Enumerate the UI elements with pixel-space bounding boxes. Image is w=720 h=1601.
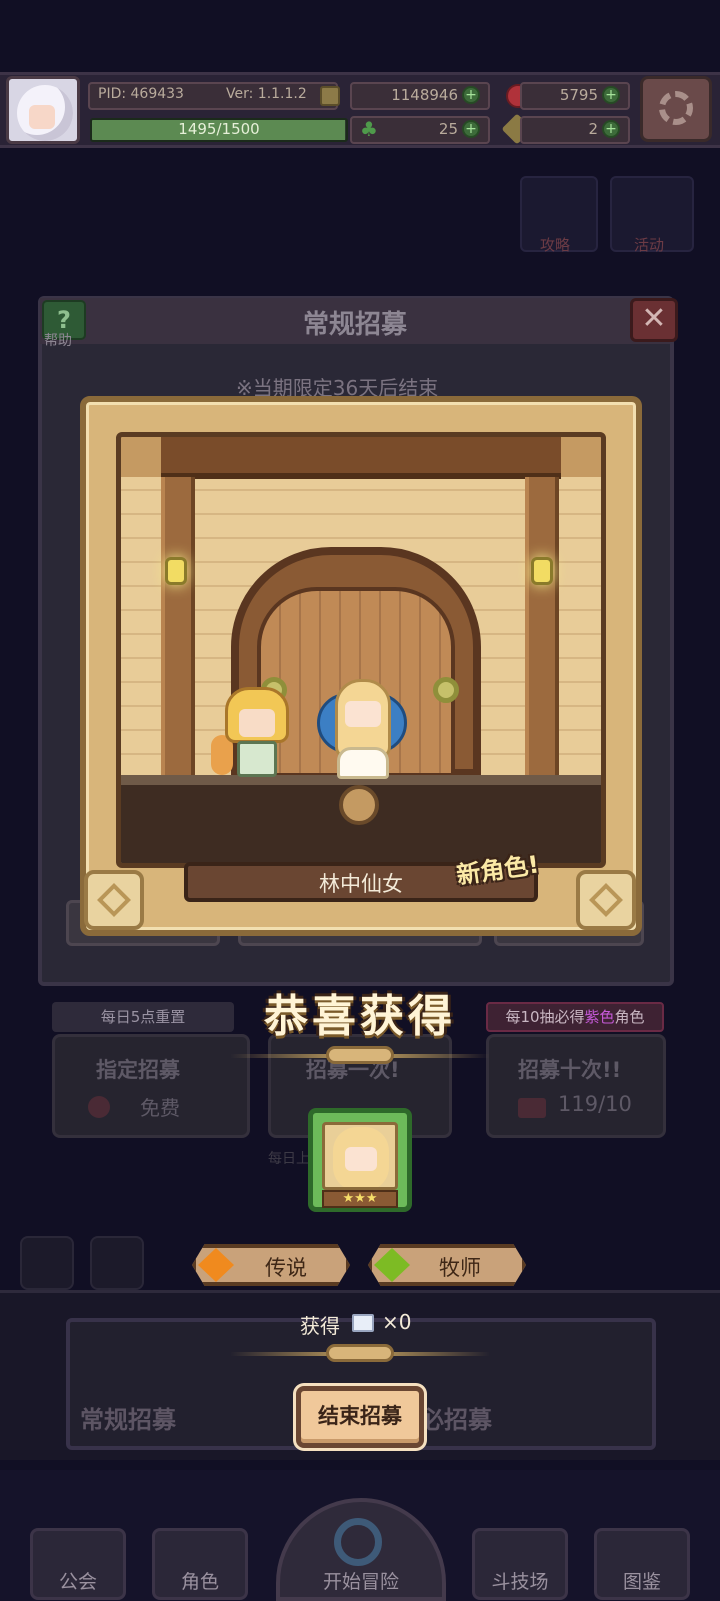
nav-character-label: 角色	[180, 1571, 219, 1593]
corner-ornament-icon	[576, 870, 636, 930]
class-label: 牧师	[439, 1256, 481, 1280]
scene-roof	[161, 437, 561, 479]
scene-pillar	[161, 477, 195, 777]
add-key-icon[interactable]: +	[602, 120, 620, 138]
ticket-icon	[518, 1098, 546, 1118]
event-label: 活动	[634, 236, 665, 254]
player-avatar[interactable]	[6, 76, 80, 144]
close-button[interactable]: ✕	[630, 298, 678, 342]
help-label: 帮助	[44, 333, 72, 349]
rarity-label: 传说	[265, 1256, 307, 1280]
fox-girl-sprite	[211, 687, 293, 779]
floor-emblem-icon	[339, 785, 379, 825]
nav-arena-label: 斗技场	[491, 1571, 549, 1593]
coin-icon	[320, 86, 340, 106]
divider-ornament	[326, 1344, 394, 1362]
ten-recruit-cost: 119/10	[558, 1092, 632, 1116]
banner-right-title: 必招募	[420, 1406, 492, 1434]
nav-guild-label: 公会	[58, 1571, 97, 1593]
obtain-count: ×0	[382, 1310, 412, 1334]
divider-ornament	[326, 1046, 394, 1064]
scene-pillar	[525, 477, 559, 777]
designated-recruit-cost: 免费	[140, 1096, 180, 1120]
resource-clover-value: 1148946	[391, 86, 458, 104]
add-small-clover-icon[interactable]: +	[462, 120, 480, 138]
congrats-title: 恭喜获得	[264, 991, 456, 1042]
player-id: PID: 469433	[98, 86, 184, 102]
lantern-icon	[531, 557, 553, 585]
resource-key-value: 2	[588, 120, 598, 138]
star-rating: ★★★	[322, 1190, 398, 1208]
nav-codex-label: 图鉴	[622, 1571, 661, 1593]
lantern-icon	[165, 557, 187, 585]
exp-text: 1495/1500	[178, 120, 260, 138]
settings-button[interactable]	[640, 76, 712, 142]
add-gem-icon[interactable]: +	[602, 86, 620, 104]
result-scene	[116, 432, 606, 868]
clover-icon: ♣	[360, 117, 378, 141]
resource-small-clover-value: 25	[438, 120, 458, 138]
game-version: Ver: 1.1.1.2	[226, 86, 307, 102]
nav-start-label: 开始冒险	[322, 1571, 399, 1593]
obtain-label: 获得	[300, 1314, 340, 1338]
door-ring	[433, 677, 459, 703]
reward-portrait	[322, 1122, 398, 1190]
forest-fairy-sprite	[317, 673, 407, 781]
ten-recruit-card[interactable]	[486, 1034, 666, 1138]
corner-ornament-icon	[84, 870, 144, 930]
gear-icon	[659, 91, 693, 125]
resource-gem-value: 5795	[559, 86, 598, 104]
add-clover-icon[interactable]: +	[462, 86, 480, 104]
ticket-icon	[88, 1096, 110, 1118]
recruit-panel-title: 常规招募	[302, 310, 407, 340]
side-button[interactable]	[20, 1236, 74, 1290]
guide-label: 攻略	[540, 236, 571, 254]
designated-recruit-title: 指定招募	[96, 1058, 180, 1082]
shard-icon	[352, 1314, 374, 1332]
end-recruit-button[interactable]: 结束招募	[296, 1386, 424, 1448]
designated-recruit-card[interactable]	[52, 1034, 250, 1138]
banner-left-title: 常规招募	[80, 1406, 176, 1434]
search-icon	[334, 1518, 382, 1566]
side-button[interactable]	[90, 1236, 144, 1290]
ten-recruit-title: 招募十次!!	[518, 1058, 622, 1082]
